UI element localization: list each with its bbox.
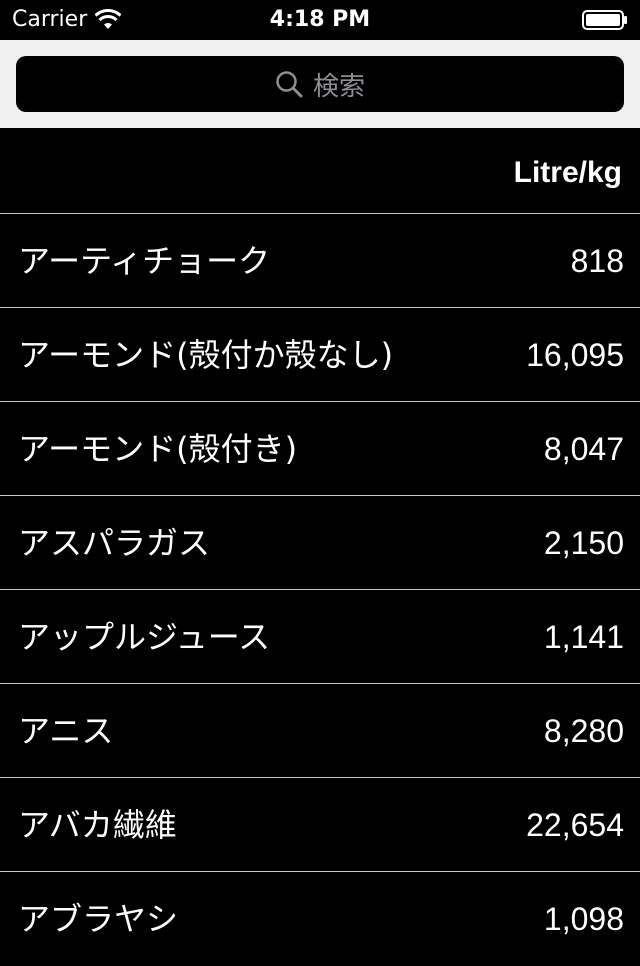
table-row[interactable]: アスパラガス 2,150 [0,496,640,590]
table-row[interactable]: アーモンド(殻付か殻なし) 16,095 [0,308,640,402]
table-row[interactable]: アニス 8,280 [0,684,640,778]
row-value: 818 [570,243,624,279]
search-input[interactable]: 検索 [16,56,624,112]
table-row[interactable]: アップルジュース 1,141 [0,590,640,684]
row-value: 1,098 [543,901,624,937]
row-name: アーモンド(殻付か殻なし) [18,336,394,374]
table-row[interactable]: アブラヤシ 1,098 [0,872,640,966]
table-row[interactable]: アーモンド(殻付き) 8,047 [0,402,640,496]
row-name: アップルジュース [18,618,271,656]
row-value: 8,047 [543,431,624,467]
status-bar: Carrier 4:18 PM [0,0,640,40]
table-header: Litre/kg [0,128,640,214]
search-icon [276,71,303,98]
status-time: 4:18 PM [269,7,371,32]
battery-icon [582,10,627,30]
table-row[interactable]: アーティチョーク 818 [0,214,640,308]
row-value: 16,095 [526,337,624,373]
water-footprint-list: アーティチョーク 818 アーモンド(殻付か殻なし) 16,095 アーモンド(… [0,214,640,966]
row-value: 1,141 [543,619,624,655]
row-name: アーモンド(殻付き) [18,430,298,468]
row-name: アバカ繊維 [18,806,177,844]
row-value: 22,654 [526,807,624,843]
row-value: 2,150 [543,525,624,561]
table-row[interactable]: アバカ繊維 22,654 [0,778,640,872]
row-name: アニス [18,712,114,750]
row-value: 8,280 [543,713,624,749]
column-header-unit: Litre/kg [513,156,622,189]
search-placeholder: 検索 [312,71,365,102]
row-name: アーティチョーク [18,242,271,280]
row-name: アスパラガス [18,524,211,562]
row-name: アブラヤシ [18,900,179,938]
search-bar: 検索 [0,40,640,128]
